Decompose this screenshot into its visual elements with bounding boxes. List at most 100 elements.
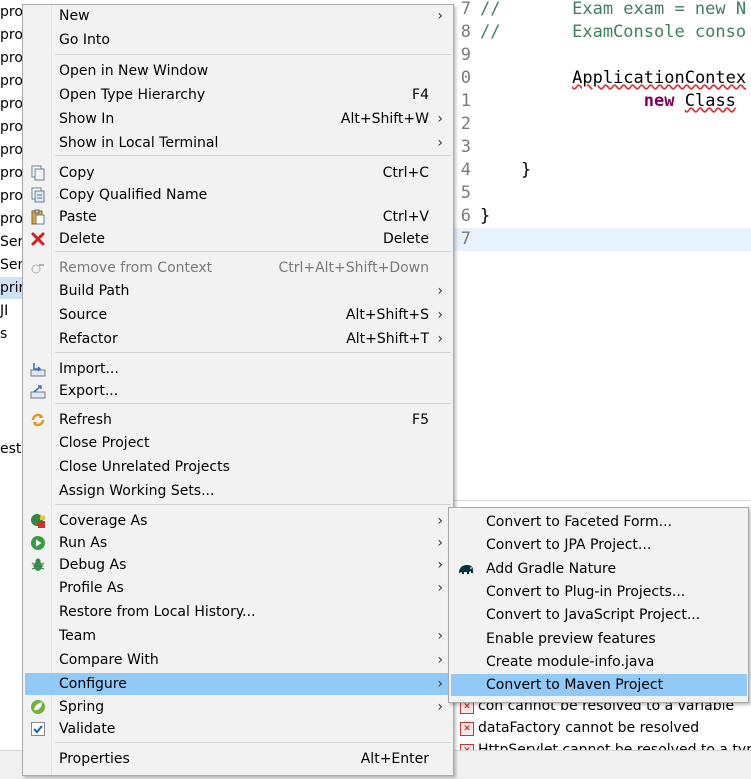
code-line: 6}: [433, 205, 751, 228]
menu-item-label: Refactor: [59, 331, 118, 347]
menu-item-copy-qualified-name[interactable]: Copy Qualified Name: [25, 184, 451, 206]
menu-item-shortcut: Ctrl+C: [382, 165, 429, 181]
submenu-item-convert-to-faceted-form[interactable]: Convert to Faceted Form...: [451, 511, 747, 533]
menu-item-label: Source: [59, 307, 108, 323]
menu-item-spring[interactable]: Spring ›: [25, 696, 451, 718]
tree-item[interactable]: proj: [0, 139, 22, 161]
menu-item-shortcut: Delete: [383, 231, 429, 247]
tree-item[interactable]: pro1: [0, 70, 22, 92]
copy-icon: [30, 165, 46, 181]
menu-item-label: New: [59, 8, 90, 24]
menu-item-open-type-hierarchy[interactable]: Open Type Hierarchy F4: [25, 84, 451, 106]
menu-item-debug-as[interactable]: Debug As ›: [25, 554, 451, 576]
menu-item-close-unrelated-projects[interactable]: Close Unrelated Projects: [25, 456, 451, 478]
tree-item[interactable]: s: [0, 323, 7, 345]
submenu-item-create-module-info-java[interactable]: Create module-info.java: [451, 651, 747, 673]
project-explorer: pro1pro1pro1pro1pro1projprojprojprojproj…: [0, 0, 22, 778]
code-line: 3: [433, 136, 751, 159]
tree-item[interactable]: Serv: [0, 254, 22, 276]
menu-item-shortcut: Ctrl+Alt+Shift+Down: [278, 260, 429, 276]
menu-item-label: Show In: [59, 111, 115, 127]
tree-item[interactable]: Serv: [0, 231, 22, 253]
menu-item-refresh[interactable]: Refresh F5: [25, 409, 451, 431]
menu-item-team[interactable]: Team ›: [25, 625, 451, 647]
line-number: 3: [460, 137, 471, 157]
tree-item[interactable]: proj: [0, 162, 22, 184]
tree-item[interactable]: proj: [0, 208, 22, 230]
menu-item-configure[interactable]: Configure ›: [25, 673, 451, 695]
tree-item[interactable]: pro1: [0, 93, 22, 115]
configure-submenu: Convert to Faceted Form... Convert to JPA…: [448, 507, 749, 703]
menu-item-delete[interactable]: Delete Delete: [25, 228, 451, 250]
chevron-right-icon: ›: [437, 652, 443, 668]
menu-item-open-in-new-window[interactable]: Open in New Window: [25, 60, 451, 82]
menu-item-coverage-as[interactable]: Coverage As ›: [25, 510, 451, 532]
menu-item-source[interactable]: Source Alt+Shift+S ›: [25, 304, 451, 326]
copy-qualified-icon: [30, 187, 46, 203]
menu-item-copy[interactable]: Copy Ctrl+C: [25, 162, 451, 184]
chevron-right-icon: ›: [437, 111, 443, 127]
coverage-icon: [30, 513, 46, 529]
tree-item[interactable]: proj: [0, 185, 22, 207]
submenu-item-add-gradle-nature[interactable]: Add Gradle Nature: [451, 558, 747, 580]
menu-item-label: Go Into: [59, 32, 110, 48]
menu-item-shortcut: Alt+Shift+S: [345, 307, 429, 323]
menu-item-label: Assign Working Sets...: [59, 483, 215, 499]
menu-item-new[interactable]: New ›: [25, 5, 451, 27]
export-icon: [30, 383, 46, 399]
menu-item-restore-from-local-history[interactable]: Restore from Local History...: [25, 601, 451, 623]
menu-item-label: Open in New Window: [59, 63, 209, 79]
code-line: 7 // Exam exam = new N: [433, 0, 751, 21]
menu-separator: [55, 251, 451, 252]
menu-item-compare-with[interactable]: Compare With ›: [25, 649, 451, 671]
chevron-right-icon: ›: [437, 8, 443, 24]
problem-row[interactable]: dataFactory cannot be resolved: [478, 717, 699, 739]
code-text: ApplicationContex: [572, 68, 747, 88]
tree-item[interactable]: JI: [0, 300, 8, 322]
chevron-right-icon: ›: [437, 699, 443, 715]
tree-item[interactable]: pro1: [0, 24, 22, 46]
menu-item-validate[interactable]: Validate: [25, 718, 451, 740]
error-icon: ✕: [460, 722, 474, 736]
menu-item-go-into[interactable]: Go Into: [25, 29, 451, 51]
code-text: new Class: [643, 91, 736, 111]
line-number: 4: [460, 160, 471, 180]
menu-item-profile-as[interactable]: Profile As ›: [25, 577, 451, 599]
submenu-item-convert-to-javascript-project[interactable]: Convert to JavaScript Project...: [451, 604, 747, 626]
menu-item-label: Team: [59, 628, 97, 644]
menu-item-close-project[interactable]: Close Project: [25, 432, 451, 454]
submenu-item-convert-to-plug-in-projects[interactable]: Convert to Plug-in Projects...: [451, 581, 747, 603]
chevron-right-icon: ›: [437, 307, 443, 323]
menu-item-import[interactable]: Import...: [25, 358, 451, 380]
menu-item-label: Spring: [59, 699, 105, 715]
menu-item-export[interactable]: Export...: [25, 380, 451, 402]
menu-item-remove-from-context: Remove from Context Ctrl+Alt+Shift+Down: [25, 257, 451, 279]
menu-item-run-as[interactable]: Run As ›: [25, 532, 451, 554]
menu-item-label: Delete: [59, 231, 105, 247]
menu-item-show-in[interactable]: Show In Alt+Shift+W ›: [25, 108, 451, 130]
gradle-elephant-icon: [457, 561, 475, 577]
menu-item-label: Close Project: [59, 435, 150, 451]
tree-item[interactable]: prir: [0, 277, 22, 299]
menu-separator: [55, 352, 451, 353]
submenu-item-convert-to-maven-project[interactable]: Convert to Maven Project: [451, 674, 747, 697]
code-editor[interactable]: 7 // Exam exam = new N 8 // ExamConsole con…: [433, 0, 751, 500]
menu-item-properties[interactable]: Properties Alt+Enter: [25, 748, 451, 770]
menu-item-label: Coverage As: [59, 513, 148, 529]
line-number: 6: [460, 206, 471, 226]
code-text: // ExamConsole conso: [480, 22, 747, 42]
submenu-item-convert-to-jpa-project[interactable]: Convert to JPA Project...: [451, 534, 747, 556]
menu-item-show-in-local-terminal[interactable]: Show in Local Terminal ›: [25, 132, 451, 154]
menu-separator: [55, 742, 451, 743]
code-line: 5: [433, 182, 751, 205]
tree-item[interactable]: pro1: [0, 1, 22, 23]
tree-item[interactable]: estC: [0, 438, 22, 460]
tree-item[interactable]: proj: [0, 116, 22, 138]
menu-item-assign-working-sets[interactable]: Assign Working Sets...: [25, 480, 451, 502]
submenu-item-enable-preview-features[interactable]: Enable preview features: [451, 628, 747, 650]
tree-item[interactable]: pro1: [0, 47, 22, 69]
menu-item-label: Copy Qualified Name: [59, 187, 208, 203]
menu-item-build-path[interactable]: Build Path ›: [25, 280, 451, 302]
menu-item-refactor[interactable]: Refactor Alt+Shift+T ›: [25, 328, 451, 350]
menu-item-paste[interactable]: Paste Ctrl+V: [25, 206, 451, 228]
